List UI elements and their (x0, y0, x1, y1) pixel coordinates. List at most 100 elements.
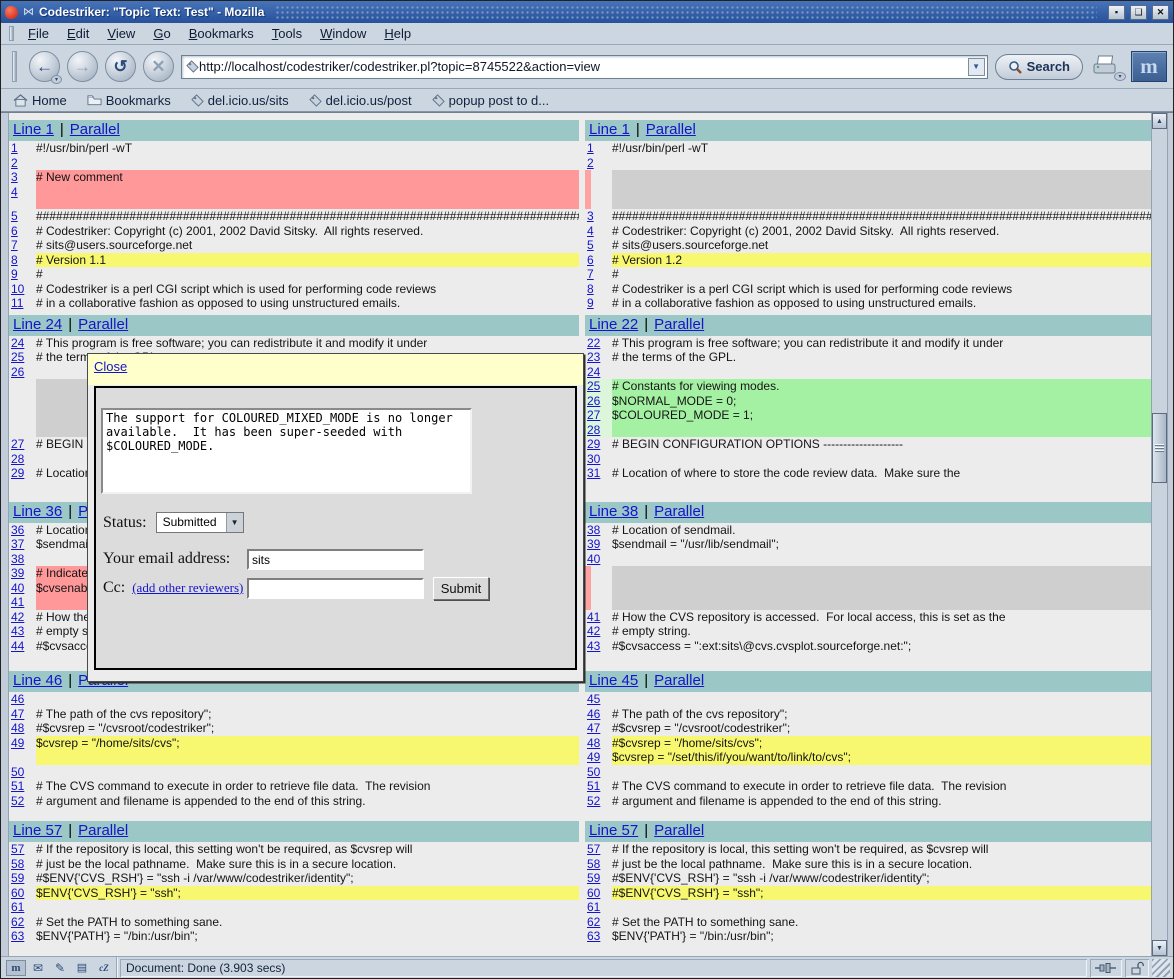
navigator-icon[interactable] (6, 960, 26, 976)
online-status-icon[interactable] (1090, 959, 1122, 977)
line-number-link[interactable]: 42 (587, 624, 600, 638)
status-select[interactable]: Submitted ▼ (156, 512, 244, 533)
bookmark-delicious-post[interactable]: del.icio.us/post (301, 91, 420, 110)
select-arrow-icon[interactable]: ▼ (226, 513, 243, 532)
line-anchor-link[interactable]: Line 38 (589, 503, 638, 520)
line-number-link[interactable]: 24 (587, 365, 600, 379)
line-number-link[interactable]: 60 (587, 886, 600, 900)
vertical-scrollbar[interactable]: ▲ ▼ (1151, 113, 1167, 956)
bookmark-delicious-sits[interactable]: del.icio.us/sits (183, 91, 297, 110)
line-number-link[interactable]: 4 (11, 185, 18, 199)
parallel-view-link[interactable]: Parallel (78, 822, 128, 839)
line-number-link[interactable]: 51 (11, 779, 24, 793)
line-number-link[interactable]: 61 (11, 900, 24, 914)
line-number-link[interactable]: 48 (587, 736, 600, 750)
parallel-view-link[interactable]: Parallel (70, 121, 120, 138)
line-number-link[interactable]: 47 (11, 707, 24, 721)
line-number-link[interactable]: 63 (11, 929, 24, 943)
url-dropdown-button[interactable]: ▼ (968, 58, 985, 76)
line-number-link[interactable]: 39 (587, 537, 600, 551)
line-number-link[interactable]: 26 (11, 365, 24, 379)
line-number-link[interactable]: 23 (587, 350, 600, 364)
line-number-link[interactable]: 24 (11, 336, 24, 350)
line-number-link[interactable]: 29 (11, 466, 24, 480)
line-number-link[interactable]: 46 (11, 692, 24, 706)
line-number-link[interactable]: 62 (587, 915, 600, 929)
address-book-icon[interactable] (72, 960, 92, 976)
line-number-link[interactable]: 10 (11, 282, 24, 296)
line-number-link[interactable]: 27 (11, 437, 24, 451)
line-number-link[interactable]: 1 (587, 141, 594, 155)
line-number-link[interactable]: 50 (587, 765, 600, 779)
line-number-link[interactable]: 40 (587, 552, 600, 566)
line-number-link[interactable]: 5 (587, 238, 594, 252)
menu-tools[interactable]: Tools (263, 24, 311, 43)
line-number-link[interactable]: 7 (11, 238, 18, 252)
line-number-link[interactable]: 11 (11, 296, 23, 310)
close-button[interactable] (1152, 5, 1169, 20)
line-number-link[interactable]: 41 (11, 595, 24, 609)
line-number-link[interactable]: 41 (587, 610, 600, 624)
line-number-link[interactable]: 48 (11, 721, 24, 735)
line-number-link[interactable]: 8 (11, 253, 18, 267)
line-number-link[interactable]: 49 (11, 736, 24, 750)
search-button[interactable]: Search (995, 54, 1083, 80)
line-number-link[interactable]: 3 (11, 170, 18, 184)
line-number-link[interactable]: 29 (587, 437, 600, 451)
line-number-link[interactable]: 60 (11, 886, 24, 900)
mozilla-logo[interactable] (1131, 51, 1167, 82)
stop-button[interactable]: ✕ (143, 51, 174, 82)
scroll-up-button[interactable]: ▲ (1152, 113, 1167, 129)
line-anchor-link[interactable]: Line 57 (13, 822, 62, 839)
line-number-link[interactable]: 62 (11, 915, 24, 929)
menu-help[interactable]: Help (375, 24, 420, 43)
print-dropdown[interactable]: ▾ (1114, 72, 1126, 81)
line-number-link[interactable]: 3 (587, 209, 594, 223)
url-bookmark-icon[interactable] (186, 60, 199, 73)
line-number-link[interactable]: 28 (587, 423, 600, 437)
line-anchor-link[interactable]: Line 22 (589, 316, 638, 333)
line-anchor-link[interactable]: Line 1 (13, 121, 54, 138)
line-number-link[interactable]: 22 (587, 336, 600, 350)
scroll-down-button[interactable]: ▼ (1152, 940, 1167, 956)
line-number-link[interactable]: 5 (11, 209, 18, 223)
line-number-link[interactable]: 47 (587, 721, 600, 735)
line-number-link[interactable]: 38 (587, 523, 600, 537)
line-number-link[interactable]: 59 (587, 871, 600, 885)
line-anchor-link[interactable]: Line 24 (13, 316, 62, 333)
line-number-link[interactable]: 4 (587, 224, 594, 238)
line-number-link[interactable]: 2 (587, 156, 594, 170)
line-number-link[interactable]: 45 (587, 692, 600, 706)
line-number-link[interactable]: 26 (587, 394, 600, 408)
dialog-close-link[interactable]: Close (94, 359, 127, 374)
parallel-view-link[interactable]: Parallel (646, 121, 696, 138)
line-number-link[interactable]: 59 (11, 871, 24, 885)
line-anchor-link[interactable]: Line 36 (13, 503, 62, 520)
line-number-link[interactable]: 58 (587, 857, 600, 871)
line-number-link[interactable]: 44 (11, 639, 24, 653)
line-number-link[interactable]: 58 (11, 857, 24, 871)
line-number-link[interactable]: 52 (587, 794, 600, 808)
email-field[interactable] (247, 549, 424, 570)
forward-button[interactable]: → (67, 51, 98, 82)
line-number-link[interactable]: 40 (11, 581, 24, 595)
menubar-grippy[interactable] (9, 26, 14, 41)
print-button[interactable]: ▾ (1090, 53, 1124, 81)
parallel-view-link[interactable]: Parallel (654, 822, 704, 839)
chatzilla-icon[interactable] (94, 960, 114, 976)
menu-file[interactable]: File (19, 24, 58, 43)
line-number-link[interactable]: 37 (11, 537, 24, 551)
line-number-link[interactable]: 36 (11, 523, 24, 537)
line-number-link[interactable]: 6 (11, 224, 18, 238)
line-number-link[interactable]: 25 (11, 350, 24, 364)
parallel-view-link[interactable]: Parallel (78, 316, 128, 333)
menu-edit[interactable]: Edit (58, 24, 98, 43)
line-number-link[interactable]: 9 (587, 296, 594, 310)
menu-view[interactable]: View (98, 24, 144, 43)
line-anchor-link[interactable]: Line 57 (589, 822, 638, 839)
line-number-link[interactable]: 49 (587, 750, 600, 764)
line-number-link[interactable]: 9 (11, 267, 18, 281)
line-number-link[interactable]: 8 (587, 282, 594, 296)
url-input[interactable] (199, 56, 966, 78)
menu-go[interactable]: Go (144, 24, 179, 43)
